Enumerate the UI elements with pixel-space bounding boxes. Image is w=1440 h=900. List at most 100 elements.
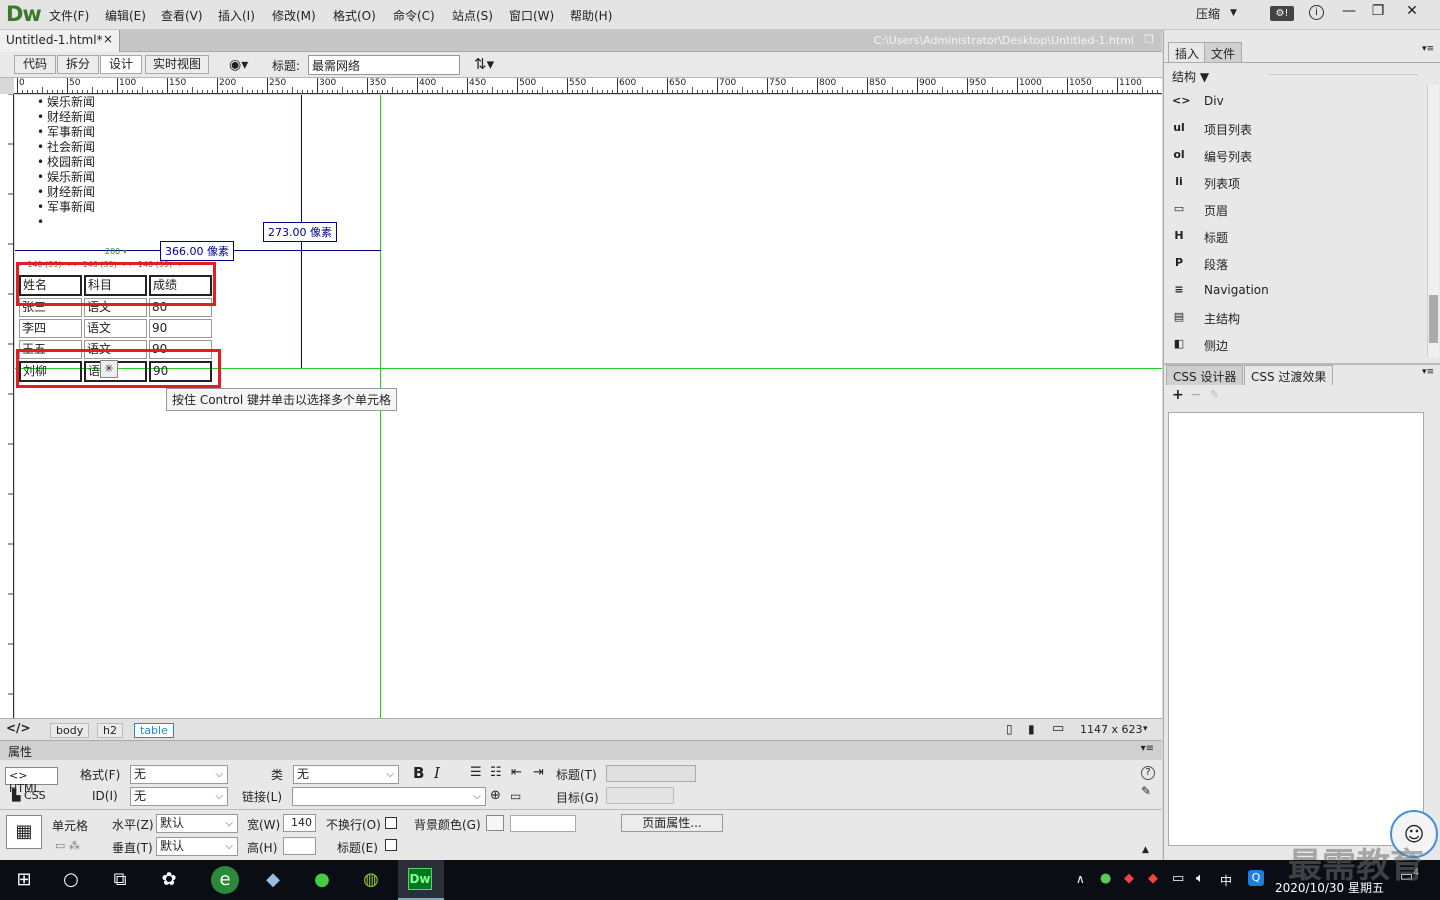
insert-item[interactable]: ◧ 侧边	[1164, 331, 1424, 358]
dreamweaver-task[interactable]: Dw	[398, 860, 444, 900]
menu-format[interactable]: 格式(O)	[333, 7, 376, 24]
window-size[interactable]: 1147 x 623	[1080, 723, 1143, 736]
insert-item[interactable]: ▤ 主结构	[1164, 304, 1424, 331]
target-select[interactable]	[606, 787, 674, 804]
code-tag-icon[interactable]: </>	[6, 721, 31, 735]
table-cell[interactable]: 语文	[84, 319, 147, 338]
ordered-list-icon[interactable]: ☷	[490, 765, 502, 780]
document-tab[interactable]: Untitled-1.html* ×	[0, 30, 120, 52]
css-mode-button[interactable]: ▙ CSS	[12, 789, 46, 802]
qq-tray-icon-2[interactable]: ◆	[1148, 871, 1158, 886]
network-icon[interactable]: ▭	[1172, 871, 1184, 886]
merge-cells-icon[interactable]: ▭ ⁂	[55, 839, 80, 852]
browser-icon[interactable]: e	[211, 866, 239, 894]
insert-item[interactable]: ol 编号列表	[1164, 142, 1424, 169]
menu-window[interactable]: 窗口(W)	[509, 7, 554, 24]
point-to-file-icon[interactable]: ⊕	[490, 788, 501, 803]
insert-item[interactable]: ≡ Navigation	[1164, 277, 1424, 304]
live-view-button[interactable]: 实时视图	[145, 55, 209, 74]
desktop-size-icon[interactable]: ▭	[1052, 721, 1064, 736]
nowrap-checkbox[interactable]	[385, 817, 397, 829]
tray-chevron-icon[interactable]: ∧	[1076, 872, 1085, 886]
table-row[interactable]: 李四 语文 90	[19, 319, 212, 338]
edit-transition-icon[interactable]: ✎	[1210, 388, 1219, 401]
menu-modify[interactable]: 修改(M)	[272, 7, 316, 24]
menu-help[interactable]: 帮助(H)	[570, 7, 612, 24]
tablet-size-icon[interactable]: ▮	[1028, 722, 1035, 736]
add-transition-button[interactable]: +	[1172, 387, 1184, 403]
task-view-icon[interactable]: ⧉	[106, 866, 134, 894]
link-input[interactable]: ⌵	[292, 787, 486, 806]
bold-button[interactable]: B	[413, 764, 424, 782]
menu-view[interactable]: 查看(V)	[161, 7, 203, 24]
vertical-align-select[interactable]: 默认 ⌵	[156, 837, 238, 856]
tab-css-designer[interactable]: CSS 设计器	[1166, 365, 1244, 385]
insert-item[interactable]: ul 项目列表	[1164, 115, 1424, 142]
browse-folder-icon[interactable]: ▭	[510, 789, 521, 803]
restore-doc-icon[interactable]: ❐	[1144, 33, 1154, 46]
tab-css-transitions[interactable]: CSS 过渡效果	[1244, 365, 1334, 385]
chevron-down-icon[interactable]: ▾	[1143, 724, 1148, 734]
tab-files[interactable]: 文件	[1204, 42, 1243, 62]
insert-item[interactable]: ▭ 页眉	[1164, 196, 1424, 223]
insert-item[interactable]: <> Div	[1164, 88, 1424, 115]
volume-icon[interactable]: 🔈︎	[1196, 871, 1204, 886]
help-icon[interactable]: ?	[1141, 766, 1155, 780]
page-title-input[interactable]: 最需网络	[308, 55, 460, 75]
info-icon[interactable]: i	[1309, 5, 1324, 20]
file-transfer-icon[interactable]: ⇅▾	[474, 55, 494, 73]
breadcrumb-h2[interactable]: h2	[97, 723, 123, 738]
remove-transition-button[interactable]: −	[1190, 387, 1202, 403]
insert-item[interactable]: H 标题	[1164, 223, 1424, 250]
horizontal-align-select[interactable]: 默认 ⌵	[156, 814, 238, 833]
sync-settings-icon[interactable]: ⚙!	[1270, 6, 1294, 21]
code-view-button[interactable]: 代码	[14, 55, 56, 74]
menu-file[interactable]: 文件(F)	[49, 7, 89, 24]
ime-indicator[interactable]: 中	[1220, 872, 1232, 889]
design-canvas[interactable]: • 娱乐新闻 • 财经新闻 • 军事新闻 • 社会新闻 • 校园新闻 • 娱乐新闻 • 财经新闻 • 军事新闻…	[15, 95, 1162, 718]
split-view-button[interactable]: 拆分	[57, 55, 99, 74]
design-view-button[interactable]: 设计	[100, 55, 142, 74]
header-checkbox[interactable]	[385, 839, 397, 851]
windows-start-icon[interactable]: ⊞	[10, 866, 38, 894]
html-mode-button[interactable]: <> HTML	[5, 767, 58, 795]
app-pinwheel-icon[interactable]: ✿	[155, 866, 183, 894]
wechat-tray-icon[interactable]: ●	[1100, 871, 1111, 886]
height-input[interactable]	[283, 837, 316, 855]
minimize-button[interactable]: —	[1333, 0, 1365, 22]
notes-app-icon[interactable]: ◆	[259, 866, 287, 894]
indent-icon[interactable]: ⇥	[533, 765, 544, 780]
quick-tag-editor-icon[interactable]: ✎	[1141, 784, 1151, 798]
table-cell[interactable]: 李四	[19, 319, 82, 338]
class-select[interactable]: 无 ⌵	[293, 765, 399, 784]
search-icon[interactable]: ○	[57, 866, 85, 894]
page-properties-button[interactable]: 页面属性...	[621, 814, 723, 832]
transitions-list[interactable]	[1168, 412, 1424, 846]
menu-site[interactable]: 站点(S)	[452, 7, 493, 24]
insert-item[interactable]: li 列表项	[1164, 169, 1424, 196]
menu-commands[interactable]: 命令(C)	[393, 7, 435, 24]
workspace-switcher[interactable]: 压缩	[1196, 5, 1220, 22]
close-window-button[interactable]: ✕	[1396, 0, 1428, 22]
color-picker-icon[interactable]	[486, 815, 504, 831]
menu-insert[interactable]: 插入(I)	[218, 7, 255, 24]
qq-app-icon[interactable]: Q	[1248, 870, 1264, 886]
title-attr-input[interactable]	[606, 765, 696, 782]
insert-scrollbar[interactable]	[1427, 85, 1439, 357]
unordered-list-icon[interactable]: ☰	[470, 765, 482, 780]
breadcrumb-body[interactable]: body	[50, 723, 90, 738]
bg-color-input[interactable]	[510, 815, 576, 832]
close-tab-icon[interactable]: ×	[103, 32, 113, 46]
panel-menu-icon[interactable]: ▾≡	[1422, 44, 1434, 54]
table-cell[interactable]: 90	[149, 319, 212, 338]
panel-menu-icon[interactable]: ▾≡	[1141, 743, 1154, 754]
italic-button[interactable]: I	[434, 764, 440, 782]
menu-edit[interactable]: 编辑(E)	[105, 7, 146, 24]
collapse-icon[interactable]: ▲	[1142, 845, 1149, 855]
breadcrumb-table[interactable]: table	[134, 723, 174, 738]
wechat-icon[interactable]: ●	[308, 866, 336, 894]
qq-tray-icon[interactable]: ◆	[1124, 871, 1134, 886]
format-select[interactable]: 无 ⌵	[130, 765, 228, 784]
mobile-size-icon[interactable]: ▯	[1006, 722, 1013, 736]
chevron-down-icon[interactable]: ▼	[1230, 8, 1237, 18]
